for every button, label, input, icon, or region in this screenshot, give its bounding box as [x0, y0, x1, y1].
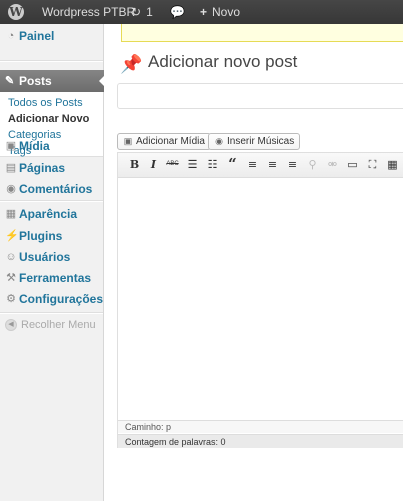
tools-icon: ⚒ — [6, 272, 16, 284]
menu-posts[interactable]: ✎ Posts — [0, 70, 105, 92]
editor-path: Caminho: p — [118, 420, 403, 433]
unlink-icon[interactable]: ⚮ — [324, 156, 341, 173]
new-label: Novo — [212, 5, 241, 19]
italic-button[interactable]: I — [145, 156, 162, 173]
numbered-list-icon[interactable]: ☷ — [204, 156, 221, 173]
menu-comentarios[interactable]: ◉ Comentários — [0, 179, 103, 200]
menu-configuracoes[interactable]: ⚙ Configurações — [0, 289, 103, 310]
menu-plugins[interactable]: ⚡ Plugins — [0, 226, 103, 247]
kitchen-sink-icon[interactable]: ▦ — [384, 156, 401, 173]
bold-button[interactable]: B — [126, 156, 143, 173]
pages-icon: ▤ — [5, 162, 17, 174]
link-icon[interactable]: ⚲ — [304, 156, 321, 173]
add-media-button[interactable]: ▣ Adicionar Mídia — [117, 133, 211, 150]
dashboard-icon: ◔ — [7, 30, 15, 42]
new-content-link[interactable]: + Novo — [200, 0, 240, 24]
comments-link[interactable]: 💬 — [170, 0, 185, 24]
media-icon: ▣ — [123, 136, 133, 146]
menu-painel-label: Painel — [19, 29, 55, 43]
menu-midia[interactable]: ▣ Mídia — [0, 136, 103, 157]
align-right-icon[interactable]: ≡ — [284, 156, 301, 173]
plus-icon: + — [200, 5, 208, 19]
menu-configuracoes-label: Configurações — [19, 292, 104, 306]
blockquote-button[interactable]: “ — [224, 156, 241, 173]
editor-toolbar: B I ABC ☰ ☷ “ ≡ ≡ ≡ ⚲ ⚮ ▭ ⛶ ▦ — [118, 153, 403, 178]
comments-icon: ◉ — [6, 183, 16, 195]
menu-separator — [0, 200, 103, 202]
admin-menu: ◔ Painel ✎ Posts Todos os Posts Adicionar … — [0, 24, 105, 501]
menu-paginas[interactable]: ▤ Páginas — [0, 158, 103, 179]
users-icon: ☺ — [5, 251, 17, 263]
word-count: Contagem de palavras: 0 — [118, 434, 403, 448]
admin-bar: W Wordpress PTBR ↻ 1 💬 + Novo — [0, 0, 403, 24]
menu-comentarios-label: Comentários — [19, 182, 93, 196]
media-icon: ▣ — [5, 140, 17, 152]
menu-separator — [0, 312, 103, 314]
more-tag-icon[interactable]: ▭ — [344, 156, 361, 173]
menu-posts-label: Posts — [19, 74, 52, 88]
menu-aparencia[interactable]: ▦ Aparência — [0, 204, 103, 225]
insert-music-button[interactable]: ◉ Inserir Músicas — [208, 133, 301, 150]
wordpress-logo-icon[interactable]: W — [0, 0, 32, 24]
post-editor: B I ABC ☰ ☷ “ ≡ ≡ ≡ ⚲ ⚮ ▭ ⛶ ▦ Caminho: p… — [117, 152, 403, 448]
insert-music-label: Inserir Músicas — [227, 136, 295, 147]
menu-ferramentas[interactable]: ⚒ Ferramentas — [0, 268, 103, 289]
submenu-todos-posts[interactable]: Todos os Posts — [8, 96, 83, 110]
bullet-list-icon[interactable]: ☰ — [184, 156, 201, 173]
submenu-adicionar-novo[interactable]: Adicionar Novo — [8, 112, 89, 126]
speech-bubble-icon: 💬 — [170, 5, 185, 19]
menu-aparencia-label: Aparência — [19, 207, 78, 221]
menu-usuarios[interactable]: ☺ Usuários — [0, 247, 103, 268]
refresh-icon: ↻ — [131, 5, 142, 19]
menu-plugins-label: Plugins — [19, 229, 63, 243]
pin-icon: ✎ — [5, 75, 15, 87]
pushpin-icon: 📌 — [120, 54, 143, 74]
current-arrow-icon — [99, 75, 105, 87]
menu-ferramentas-label: Ferramentas — [19, 271, 92, 285]
page-title: Adicionar novo post — [148, 52, 298, 71]
settings-icon: ⚙ — [6, 293, 16, 305]
menu-midia-label: Mídia — [19, 139, 50, 153]
music-icon: ◉ — [215, 136, 223, 146]
collapse-arrow-icon: ◀ — [5, 319, 17, 332]
plugin-icon: ⚡ — [5, 230, 19, 242]
notice-bar — [121, 24, 403, 42]
menu-painel[interactable]: ◔ Painel — [0, 26, 103, 47]
updates-link[interactable]: ↻ 1 — [131, 0, 153, 24]
strikethrough-button[interactable]: ABC — [164, 156, 181, 173]
add-media-label: Adicionar Mídia — [136, 136, 205, 147]
site-name-link[interactable]: Wordpress PTBR — [42, 0, 135, 24]
menu-paginas-label: Páginas — [19, 161, 66, 175]
post-title-input[interactable] — [117, 83, 403, 109]
menu-separator — [0, 60, 103, 62]
align-left-icon[interactable]: ≡ — [244, 156, 261, 173]
appearance-icon: ▦ — [5, 208, 17, 220]
collapse-menu-button[interactable]: ◀ Recolher Menu — [5, 318, 96, 332]
menu-usuarios-label: Usuários — [19, 250, 71, 264]
updates-count: 1 — [146, 5, 153, 19]
collapse-menu-label: Recolher Menu — [21, 319, 96, 331]
align-center-icon[interactable]: ≡ — [264, 156, 281, 173]
fullscreen-icon[interactable]: ⛶ — [364, 156, 381, 173]
